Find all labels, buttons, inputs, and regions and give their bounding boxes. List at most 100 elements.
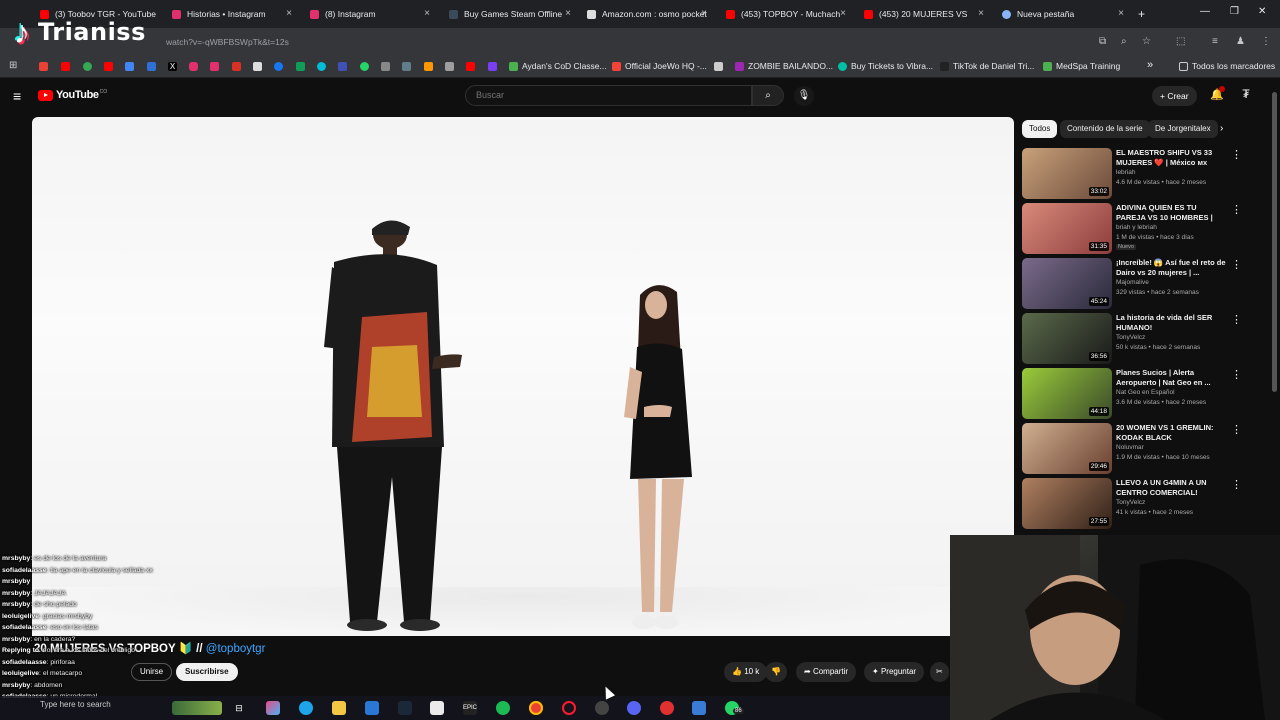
browser-tab[interactable]: (453) TOPBOY - Muchach × — [726, 4, 850, 24]
voice-search-button[interactable]: 🎙 — [794, 86, 814, 106]
account-avatar[interactable]: ₮ — [1239, 87, 1253, 101]
video-thumbnail[interactable]: 27:55 — [1022, 478, 1112, 529]
bookmark-icon[interactable] — [488, 62, 497, 71]
search-button[interactable]: ⌕ — [752, 85, 784, 106]
recommendation-title[interactable]: LLEVO A UN G4MIN A UN CENTRO COMERCIAL! — [1116, 478, 1228, 498]
file-explorer-icon[interactable] — [332, 701, 346, 715]
spotify-icon[interactable] — [496, 701, 510, 715]
more-options-icon[interactable]: ⋮ — [1231, 368, 1242, 381]
more-options-icon[interactable]: ⋮ — [1231, 203, 1242, 216]
ask-button[interactable]: ✦ Preguntar — [864, 662, 925, 682]
bookmark-icon[interactable] — [402, 62, 411, 71]
close-tab-icon[interactable]: × — [565, 8, 571, 19]
recommendation-channel[interactable]: Nat Geo en Español — [1116, 389, 1175, 396]
steam-icon[interactable] — [398, 701, 412, 715]
profile-icon[interactable]: ♟ — [1236, 36, 1245, 47]
more-options-icon[interactable]: ⋮ — [1231, 423, 1242, 436]
recommendation-item[interactable]: 27:55 LLEVO A UN G4MIN A UN CENTRO COMERC… — [1022, 478, 1252, 530]
restore-icon[interactable]: ❐ — [1230, 6, 1239, 17]
search-input[interactable] — [476, 90, 736, 100]
drive-icon[interactable] — [125, 62, 134, 71]
recommendation-title[interactable]: EL MAESTRO SHIFU VS 33 MUJERES ❤️ | Méxi… — [1116, 148, 1228, 168]
more-options-icon[interactable]: ⋮ — [1231, 478, 1242, 491]
minimize-icon[interactable]: — — [1200, 6, 1210, 17]
bookmark-icon[interactable] — [317, 62, 326, 71]
share-button[interactable]: ➦ Compartir — [796, 662, 857, 682]
maps-icon[interactable] — [83, 62, 92, 71]
discord-icon[interactable] — [627, 701, 641, 715]
more-options-icon[interactable]: ⋮ — [1231, 258, 1242, 271]
bookmark-item[interactable]: MedSpa Training — [1043, 61, 1120, 71]
microsoft-store-icon[interactable] — [430, 701, 444, 715]
bookmark-item[interactable]: TikTok de Daniel Tri... — [940, 61, 1034, 71]
close-tab-icon[interactable]: × — [286, 8, 292, 19]
taskbar-search[interactable]: Type here to search — [40, 700, 111, 709]
recommendation-channel[interactable]: TonyVelcz — [1116, 334, 1145, 341]
video-thumbnail[interactable]: 45:24 — [1022, 258, 1112, 309]
close-tab-icon[interactable]: × — [424, 8, 430, 19]
youtube-icon[interactable] — [104, 62, 113, 71]
bookmark-item[interactable]: Aydan's CoD Classe... — [509, 61, 607, 71]
bookmark-icon[interactable] — [714, 62, 723, 71]
create-button[interactable]: + Crear — [1152, 86, 1197, 106]
chip-series-content[interactable]: Contenido de la serie — [1060, 120, 1150, 138]
zoom-icon[interactable]: ⌕ — [1121, 36, 1127, 47]
recommendation-item[interactable]: 44:18 Planes Sucios | Alerta Aeropuerto |… — [1022, 368, 1252, 420]
gmail-icon[interactable] — [39, 62, 48, 71]
outlook-icon[interactable] — [365, 701, 379, 715]
obs-icon[interactable] — [595, 701, 609, 715]
bookmarks-overflow-button[interactable]: » — [1147, 59, 1153, 71]
chevron-right-icon[interactable]: › — [1220, 123, 1223, 134]
close-window-icon[interactable]: ✕ — [1258, 6, 1266, 17]
all-bookmarks-button[interactable]: Todos los marcadores — [1179, 61, 1275, 71]
scrollbar[interactable] — [1272, 92, 1277, 392]
url-field[interactable]: watch?v=-qWBFBSWpTk&t=12s — [166, 37, 289, 47]
instagram-icon[interactable] — [210, 62, 219, 71]
bookmark-icon[interactable] — [232, 62, 241, 71]
like-button[interactable]: 👍 10 k — [724, 662, 768, 682]
video-thumbnail[interactable]: 31:35 — [1022, 203, 1112, 254]
recommendation-item[interactable]: 29:46 20 WOMEN VS 1 GREMLIN: KODAK BLACK N… — [1022, 423, 1252, 475]
recommendation-channel[interactable]: TonyVelcz — [1116, 499, 1145, 506]
apps-grid-icon[interactable]: ⊞ — [9, 60, 18, 71]
x-twitter-icon[interactable]: X — [168, 62, 177, 71]
install-app-icon[interactable]: ⧉ — [1099, 36, 1106, 47]
video-thumbnail[interactable]: 36:56 — [1022, 313, 1112, 364]
task-view-icon[interactable]: ⊟ — [232, 701, 246, 715]
app-icon[interactable] — [660, 701, 674, 715]
dislike-button[interactable]: 👎 — [765, 662, 787, 682]
recommendation-title[interactable]: 20 WOMEN VS 1 GREMLIN: KODAK BLACK — [1116, 423, 1228, 443]
whatsapp-icon[interactable] — [360, 62, 369, 71]
browser-tab[interactable]: Amazon.com : osmo pocket × — [587, 4, 711, 24]
opera-icon[interactable] — [562, 701, 576, 715]
video-thumbnail[interactable]: 29:46 — [1022, 423, 1112, 474]
recommendation-channel[interactable]: lebriah — [1116, 169, 1136, 176]
close-tab-icon[interactable]: × — [1118, 8, 1124, 19]
recommendation-title[interactable]: Planes Sucios | Alerta Aeropuerto | Nat … — [1116, 368, 1228, 388]
bookmark-item[interactable]: Official JoeWo HQ -... — [612, 61, 707, 71]
chrome-icon[interactable] — [529, 701, 543, 715]
downloads-icon[interactable]: ≡ — [1212, 36, 1218, 47]
recommendation-channel[interactable]: briah y lebriah — [1116, 224, 1157, 231]
bookmark-item[interactable]: ZOMBIE BAILANDO... — [735, 61, 833, 71]
extensions-icon[interactable]: ⬚ — [1176, 36, 1185, 47]
recommendation-item[interactable]: 33:02 EL MAESTRO SHIFU VS 33 MUJERES ❤️ |… — [1022, 148, 1252, 200]
bookmark-item[interactable]: Buy Tickets to Vibra... — [838, 61, 933, 71]
instagram-icon[interactable] — [189, 62, 198, 71]
recommendation-title[interactable]: ¡Increíble! 😱 Así fue el reto de Dairo v… — [1116, 258, 1228, 278]
hamburger-menu-icon[interactable]: ≡ — [13, 88, 21, 104]
bookmark-icon[interactable] — [253, 62, 262, 71]
recommendation-title[interactable]: ADIVINA QUIEN ES TU PAREJA VS 10 HOMBRES… — [1116, 203, 1228, 223]
recommendation-channel[interactable]: Majomalive — [1116, 279, 1149, 286]
recommendation-item[interactable]: 31:35 ADIVINA QUIEN ES TU PAREJA VS 10 HO… — [1022, 203, 1252, 255]
recommendation-channel[interactable]: Noluvmar — [1116, 444, 1144, 451]
shield-icon[interactable] — [692, 701, 706, 715]
youtube-logo[interactable]: YouTube CO — [38, 89, 107, 101]
more-options-icon[interactable]: ⋮ — [1231, 313, 1242, 326]
bookmark-icon[interactable] — [381, 62, 390, 71]
browser-tab[interactable]: Nueva pestaña × — [1002, 4, 1128, 24]
edge-icon[interactable] — [299, 701, 313, 715]
more-options-icon[interactable]: ⋮ — [1231, 148, 1242, 161]
close-tab-icon[interactable]: × — [701, 8, 707, 19]
bookmark-icon[interactable] — [147, 62, 156, 71]
